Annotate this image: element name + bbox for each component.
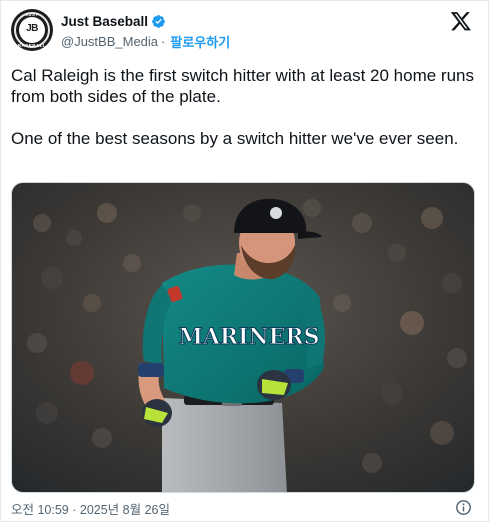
separator-dot: · <box>161 33 166 49</box>
x-logo-icon[interactable] <box>450 10 472 32</box>
verified-badge-icon <box>152 14 165 28</box>
jersey-lettering: MARINERS <box>178 324 319 350</box>
avatar-arc-top-text: JUST <box>25 12 39 17</box>
display-name[interactable]: Just Baseball <box>61 14 148 29</box>
tweet-paragraph-1: Cal Raleigh is the first switch hitter w… <box>11 66 474 106</box>
tweet-footer: 오전 10:59 · 2025년 8월 26일 <box>11 499 478 517</box>
follow-button[interactable]: 팔로우하기 <box>170 32 230 51</box>
avatar-initials: JB <box>26 23 38 34</box>
tweet-timestamp[interactable]: 오전 10:59 · 2025년 8월 26일 <box>11 503 170 517</box>
avatar[interactable]: JUST JB BASEBALL <box>11 9 53 51</box>
name-row: Just Baseball <box>61 12 230 30</box>
player-photo-illustration: MARINERS <box>12 183 474 492</box>
handle-row: @JustBB_Media · 팔로우하기 <box>61 32 230 50</box>
handle[interactable]: @JustBB_Media <box>61 34 158 49</box>
tweet-paragraph-2: One of the best seasons by a switch hitt… <box>11 129 459 148</box>
tweet-photo[interactable]: MARINERS <box>11 182 475 493</box>
avatar-arc-bottom-text: BASEBALL <box>17 43 47 48</box>
tweet-header: JUST JB BASEBALL Just Baseball @JustBB_M… <box>11 9 478 53</box>
tweet-text: Cal Raleigh is the first switch hitter w… <box>11 65 476 149</box>
info-icon[interactable] <box>455 499 472 516</box>
author-block: Just Baseball @JustBB_Media · 팔로우하기 <box>61 12 230 50</box>
tweet-card: JUST JB BASEBALL Just Baseball @JustBB_M… <box>0 0 489 522</box>
